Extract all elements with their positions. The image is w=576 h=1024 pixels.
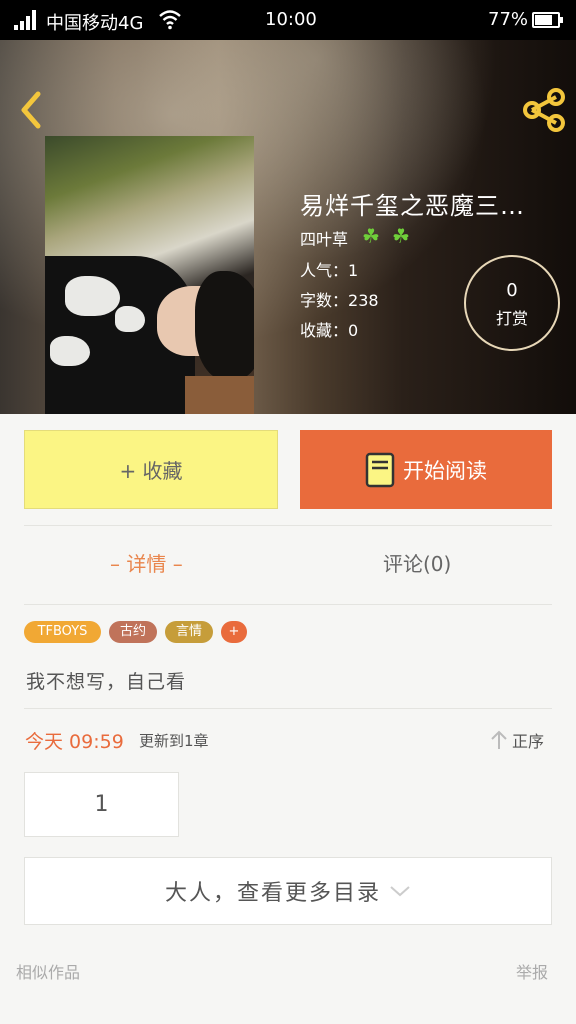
book-description: 我不想写，自己看 bbox=[26, 671, 187, 693]
tab-details[interactable]: – 详情 – bbox=[110, 548, 183, 577]
sort-toggle[interactable]: 正序 bbox=[490, 728, 544, 752]
chapter-page-button[interactable]: 1 bbox=[24, 772, 179, 837]
tip-label: 打赏 bbox=[495, 309, 528, 328]
popularity-stat: 人气：1 bbox=[300, 261, 359, 280]
tab-comments[interactable]: 评论(0) bbox=[383, 548, 451, 577]
update-status: 更新到1章 bbox=[139, 732, 209, 750]
status-bar: 中国移动4G 10:00 77% bbox=[0, 0, 576, 40]
book-icon bbox=[365, 452, 395, 487]
tag-tfboys[interactable]: TFBOYS bbox=[24, 621, 101, 643]
favorite-button[interactable]: + 收藏 bbox=[24, 430, 278, 509]
start-reading-label: 开始阅读 bbox=[403, 458, 487, 483]
chapter-page-number: 1 bbox=[94, 792, 109, 817]
divider bbox=[24, 708, 552, 709]
tip-count: 0 bbox=[506, 280, 518, 301]
wifi-icon bbox=[159, 10, 181, 30]
add-tag-button[interactable]: + bbox=[221, 621, 247, 643]
report-link[interactable]: 举报 bbox=[516, 959, 548, 983]
favorites-stat: 收藏：0 bbox=[300, 321, 359, 340]
sort-label: 正序 bbox=[512, 732, 545, 751]
author-name[interactable]: 四叶草 bbox=[300, 226, 348, 250]
update-time: 今天 09:59 bbox=[25, 731, 124, 753]
tip-button[interactable]: 0 打赏 bbox=[464, 255, 560, 351]
chevron-down-icon bbox=[390, 886, 410, 897]
back-icon[interactable] bbox=[16, 90, 46, 130]
tag-genre[interactable]: 古约 bbox=[109, 621, 157, 643]
clover-icon: ☘ bbox=[362, 224, 380, 248]
battery-percent: 77% bbox=[488, 9, 529, 30]
share-icon[interactable] bbox=[520, 88, 568, 132]
view-more-catalog-label: 大人，查看更多目录 bbox=[164, 881, 381, 906]
battery-icon bbox=[532, 12, 563, 28]
divider bbox=[24, 525, 552, 526]
clock: 10:00 bbox=[265, 9, 317, 30]
word-count-stat: 字数：238 bbox=[300, 291, 379, 310]
favorite-label: + 收藏 bbox=[119, 459, 183, 483]
tag-romance[interactable]: 言情 bbox=[165, 621, 213, 643]
signal-icon bbox=[14, 10, 40, 30]
arrow-up-icon bbox=[491, 730, 507, 749]
view-more-catalog-button[interactable]: 大人，查看更多目录 bbox=[24, 857, 552, 925]
start-reading-button[interactable]: 开始阅读 bbox=[300, 430, 552, 509]
book-header: 易烊千玺之恶魔三… 四叶草 ☘ ☘ 人气：1 字数：238 收藏：0 0 打赏 bbox=[0, 40, 576, 414]
book-cover[interactable] bbox=[45, 136, 254, 414]
divider bbox=[24, 604, 552, 605]
clover-icon: ☘ bbox=[392, 224, 410, 248]
similar-works-label: 相似作品 bbox=[16, 963, 81, 982]
carrier-label: 中国移动4G bbox=[46, 13, 144, 34]
book-title: 易烊千玺之恶魔三… bbox=[300, 192, 525, 220]
